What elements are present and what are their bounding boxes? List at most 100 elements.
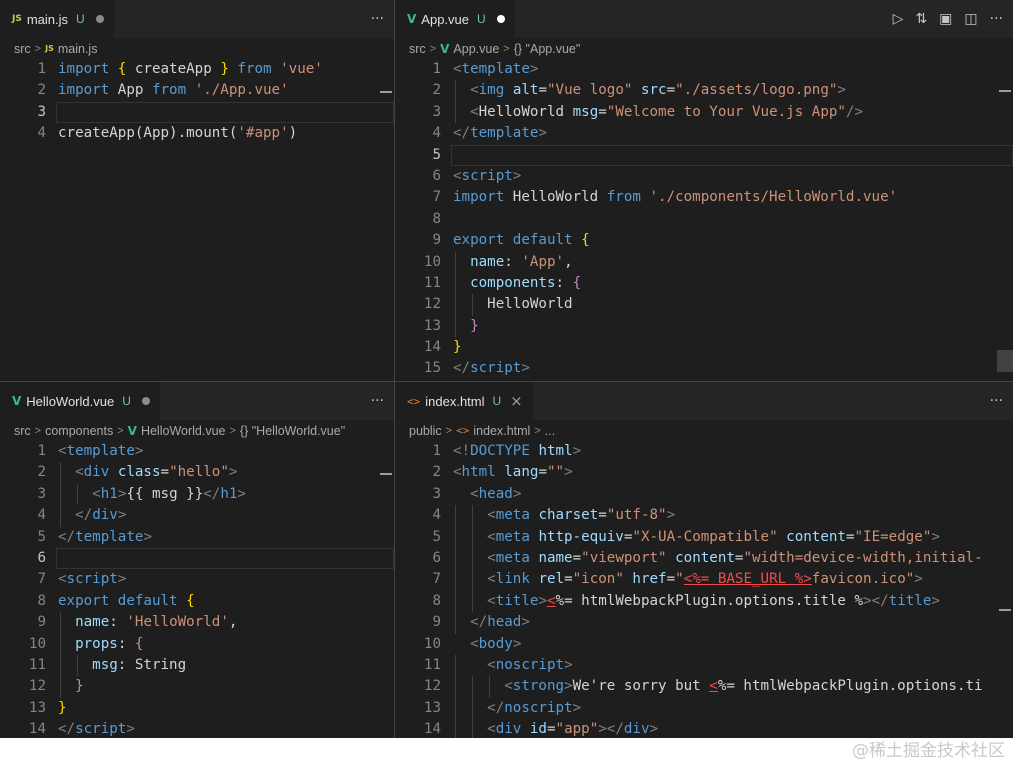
code-line[interactable]: 2 <html lang="">: [395, 462, 1013, 483]
unsaved-dot-icon[interactable]: [141, 397, 150, 405]
code-line[interactable]: 1 <template>: [0, 441, 394, 462]
code-line[interactable]: 10 name: 'App',: [395, 252, 1013, 273]
code-line[interactable]: 11 <noscript>: [395, 655, 1013, 676]
compare-changes-icon[interactable]: ⇅: [915, 11, 927, 27]
code-line[interactable]: 6: [0, 547, 394, 570]
code-area[interactable]: 1 <!DOCTYPE html> 2 <html lang=""> 3 <head> 4…: [395, 441, 1013, 738]
code-line[interactable]: 15 </script>: [395, 358, 1013, 379]
code-line[interactable]: 5: [395, 144, 1013, 167]
more-actions-icon[interactable]: ···: [990, 393, 1003, 409]
code-token: "utf-8": [606, 507, 667, 524]
code-line[interactable]: 10 <body>: [395, 634, 1013, 655]
code-token: template: [470, 125, 539, 142]
run-icon[interactable]: ▷: [893, 11, 904, 27]
split-divider-vertical[interactable]: [394, 0, 395, 738]
code-line[interactable]: 6 <script>: [395, 166, 1013, 187]
code-line[interactable]: 1 <template>: [395, 59, 1013, 80]
code-line[interactable]: 4 </template>: [395, 123, 1013, 144]
code-line[interactable]: 3 <head>: [395, 484, 1013, 505]
code-line[interactable]: 7 import HelloWorld from './components/He…: [395, 187, 1013, 208]
code-token: script: [66, 571, 118, 588]
code-line[interactable]: 9 export default {: [395, 230, 1013, 251]
unsaved-dot-icon[interactable]: [95, 15, 104, 23]
code-line[interactable]: 8 <title><%= htmlWebpackPlugin.options.t…: [395, 591, 1013, 612]
code-area[interactable]: 1 import { createApp } from 'vue' 2 import …: [0, 59, 394, 381]
tab-bar: V App.vue U ▷ ⇅ ▣ ◫ ···: [395, 0, 1013, 38]
split-divider-horizontal[interactable]: [0, 381, 1013, 382]
code-line[interactable]: 4 <meta charset="utf-8">: [395, 505, 1013, 526]
code-token: <: [487, 571, 496, 588]
breadcrumb-item[interactable]: src: [409, 42, 426, 56]
code-line[interactable]: 1 <!DOCTYPE html>: [395, 441, 1013, 462]
tab-label: App.vue: [421, 11, 469, 27]
code-token: <%= BASE_URL %>: [683, 571, 812, 588]
code-line[interactable]: 3 <HelloWorld msg="Welcome to Your Vue.j…: [395, 102, 1013, 123]
code-area[interactable]: 1 <template> 2 <img alt="Vue logo" src="./…: [395, 59, 1013, 381]
code-line[interactable]: 5 <meta http-equiv = "X-UA-Compatible" con…: [395, 527, 1013, 548]
breadcrumb-item[interactable]: ...: [545, 424, 555, 438]
code-line[interactable]: 2 <img alt="Vue logo" src="./assets/logo…: [395, 80, 1013, 101]
breadcrumb-item[interactable]: public: [409, 424, 442, 438]
vue-file-icon: V: [407, 12, 417, 26]
code-area[interactable]: 1 <template> 2 <div class="hello"> 3 <h1>{{…: [0, 441, 394, 738]
code-line[interactable]: 5 </template>: [0, 527, 394, 548]
tab-main-js[interactable]: JS main.js U: [0, 0, 114, 38]
code-line[interactable]: 13 }: [395, 316, 1013, 337]
breadcrumb-item[interactable]: main.js: [58, 42, 98, 56]
more-actions-icon[interactable]: ···: [371, 11, 384, 27]
more-actions-icon[interactable]: ···: [371, 393, 384, 409]
code-token: rel: [538, 571, 565, 588]
code-text: <template>: [58, 441, 143, 462]
code-line[interactable]: 14}: [395, 337, 1013, 358]
code-line[interactable]: 7 <link rel="icon" href="<%= BASE_URL %>…: [395, 569, 1013, 590]
code-line[interactable]: 12 HelloWorld: [395, 294, 1013, 315]
tab-index-html[interactable]: <> index.html U ×: [395, 382, 533, 420]
code-line[interactable]: 12 <strong>We're sorry but <%= htmlWebpa…: [395, 676, 1013, 697]
code-line[interactable]: 14 </script>: [0, 719, 394, 738]
code-token: import: [58, 82, 110, 99]
code-line[interactable]: 2 import App from './App.vue': [0, 80, 394, 101]
breadcrumb-item[interactable]: src: [14, 42, 31, 56]
more-actions-icon[interactable]: ···: [990, 11, 1003, 27]
code-token: title: [495, 592, 539, 609]
code-token: :: [117, 635, 135, 652]
breadcrumb-item[interactable]: index.html: [473, 424, 530, 438]
code-line[interactable]: 4 createApp(App).mount('#app'): [0, 123, 394, 144]
breadcrumb-item[interactable]: {} "App.vue": [514, 42, 581, 56]
code-line[interactable]: 7 <script>: [0, 569, 394, 590]
code-token: App: [109, 82, 152, 99]
code-line[interactable]: 9 </head>: [395, 612, 1013, 633]
code-line[interactable]: 13 </noscript>: [395, 698, 1013, 719]
breadcrumb-item[interactable]: HelloWorld.vue: [141, 424, 226, 438]
unsaved-dot-icon[interactable]: [496, 15, 505, 23]
close-tab-icon[interactable]: ×: [510, 392, 523, 410]
split-editor-icon[interactable]: ◫: [964, 11, 977, 27]
line-number: 4: [37, 507, 46, 524]
breadcrumb-item[interactable]: {} "HelloWorld.vue": [240, 424, 345, 438]
breadcrumb-item[interactable]: App.vue: [453, 42, 499, 56]
save-icon[interactable]: ▣: [939, 11, 952, 27]
code-line[interactable]: 11 components: {: [395, 273, 1013, 294]
tab-helloworld-vue[interactable]: V HelloWorld.vue U: [0, 382, 160, 420]
tab-app-vue[interactable]: V App.vue U: [395, 0, 515, 38]
code-line[interactable]: 1 import { createApp } from 'vue': [0, 59, 394, 80]
code-text: }: [453, 316, 479, 337]
code-line[interactable]: 14 <div id="app"></div>: [395, 719, 1013, 738]
line-number: 15: [423, 360, 441, 377]
breadcrumb-item[interactable]: src: [14, 424, 31, 438]
code-text: export default {: [453, 230, 590, 251]
code-token: from: [237, 61, 272, 77]
code-line[interactable]: 8: [395, 209, 1013, 230]
code-token: =: [598, 103, 607, 120]
code-token: <: [487, 507, 496, 524]
code-line[interactable]: 13}: [0, 698, 394, 719]
scrollbar-thumb[interactable]: [997, 350, 1013, 372]
code-token: link: [495, 571, 530, 588]
breadcrumb-item[interactable]: components: [45, 424, 113, 438]
code-line[interactable]: 6 <meta name="viewport" content="width=d…: [395, 548, 1013, 569]
code-line[interactable]: 8 export default {: [0, 591, 394, 612]
code-line[interactable]: 3: [0, 101, 394, 124]
